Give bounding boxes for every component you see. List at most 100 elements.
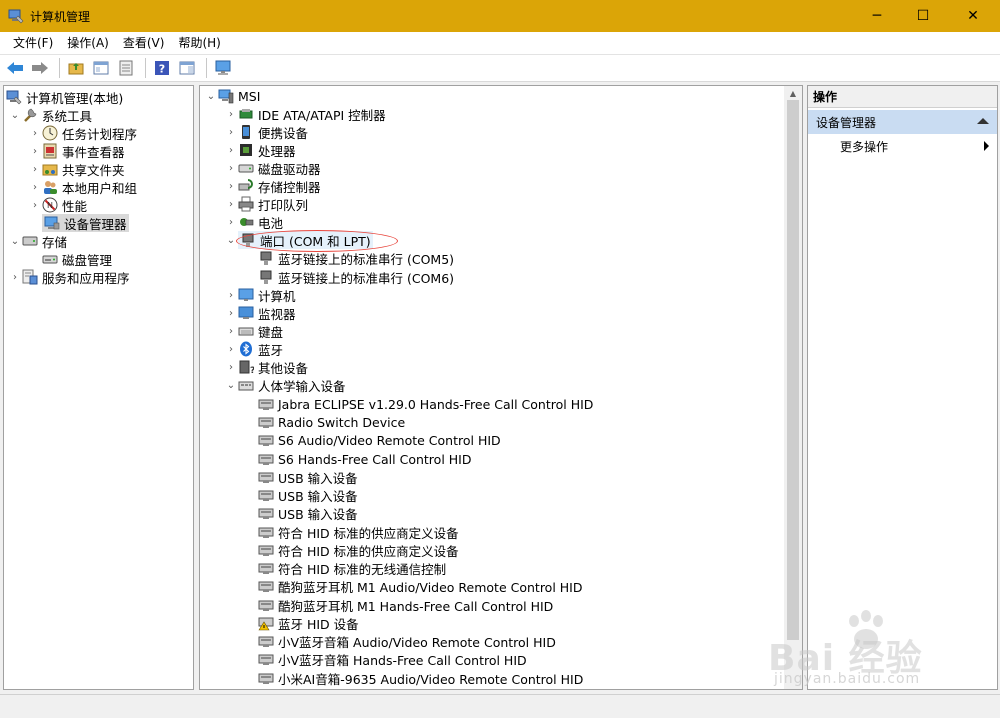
hid-device-label: 小米AI音箱-9635 Audio/Video Remote Control H…: [278, 671, 584, 687]
hid-device-icon: [258, 469, 274, 485]
device-category-computer[interactable]: › 计算机: [224, 286, 296, 304]
chevron-right-icon[interactable]: ›: [224, 123, 238, 141]
device-category-processor[interactable]: › 处理器: [224, 141, 296, 159]
chevron-right-icon[interactable]: ›: [8, 268, 22, 286]
hid-device-item[interactable]: USB 输入设备: [258, 504, 358, 522]
tree-item-performance[interactable]: › N 性能: [28, 196, 87, 214]
device-category-battery[interactable]: › 电池: [224, 213, 283, 231]
chevron-right-icon[interactable]: ›: [28, 142, 42, 160]
chevron-right-icon[interactable]: ›: [28, 196, 42, 214]
scrollbar-thumb[interactable]: [787, 100, 799, 640]
hid-icon: [238, 377, 254, 393]
device-category-hid[interactable]: ⌄ 人体学输入设备: [224, 376, 346, 394]
chevron-right-icon[interactable]: ›: [28, 178, 42, 196]
chevron-right-icon[interactable]: ›: [224, 141, 238, 159]
scroll-up-icon[interactable]: ▲: [784, 86, 802, 100]
chevron-right-icon[interactable]: ›: [224, 322, 238, 340]
device-category-other[interactable]: › ? 其他设备: [224, 358, 308, 376]
hid-device-item[interactable]: 小米AI音箱-9635 Audio/Video Remote Control H…: [258, 669, 583, 687]
device-category-storage-controllers[interactable]: › 存储控制器: [224, 177, 321, 195]
tree-item-services-apps[interactable]: › 服务和应用程序: [8, 268, 130, 286]
chevron-down-icon[interactable]: ⌄: [8, 106, 22, 124]
tree-item-event-viewer[interactable]: › 事件查看器: [28, 142, 125, 160]
hid-device-item[interactable]: USB 输入设备: [258, 468, 358, 486]
tree-root-label: 计算机管理(本地): [26, 90, 124, 106]
chevron-right-icon[interactable]: ›: [224, 213, 238, 231]
hid-device-item[interactable]: 符合 HID 标准的供应商定义设备: [258, 523, 459, 541]
device-category-monitors[interactable]: › 监视器: [224, 304, 296, 322]
tree-root[interactable]: 计算机管理(本地): [6, 88, 123, 106]
tree-item-shared-folders[interactable]: › 共享文件夹: [28, 160, 125, 178]
show-hide-tree-icon[interactable]: [90, 57, 112, 79]
device-item-com5[interactable]: 蓝牙链接上的标准串行 (COM5): [258, 249, 454, 267]
action-pane-icon[interactable]: [176, 57, 198, 79]
tree-item-label: 系统工具: [42, 108, 93, 124]
console-tree: 计算机管理(本地) ⌄ 系统工具 › 任务计划程序 › 事件查看器 › 共享文件…: [3, 85, 194, 690]
hid-device-label: Radio Switch Device: [278, 414, 406, 430]
more-actions-item[interactable]: 更多操作: [840, 138, 888, 155]
hid-device-item[interactable]: 酷狗蓝牙耳机 M1 Hands-Free Call Control HID: [258, 596, 553, 614]
device-category-disk-drives[interactable]: › 磁盘驱动器: [224, 159, 321, 177]
tree-item-device-manager[interactable]: 设备管理器: [42, 214, 129, 232]
shared-folder-icon: [42, 161, 58, 177]
hid-device-label: Jabra ECLIPSE v1.29.0 Hands-Free Call Co…: [278, 396, 594, 412]
chevron-right-icon[interactable]: ›: [224, 105, 238, 123]
chevron-right-icon[interactable]: ›: [224, 358, 238, 376]
hid-device-item[interactable]: 小V蓝牙音箱 Audio/Video Remote Control HID: [258, 632, 556, 650]
submenu-arrow-icon[interactable]: [984, 141, 989, 151]
hid-device-item[interactable]: 符合 HID 标准的无线通信控制: [258, 559, 446, 577]
keyboard-icon: [238, 323, 254, 339]
hid-device-item[interactable]: 蓝牙 HID 设备: [258, 614, 359, 632]
close-button[interactable]: ✕: [946, 0, 1000, 32]
chevron-right-icon[interactable]: ›: [224, 304, 238, 322]
chevron-right-icon[interactable]: ›: [224, 159, 238, 177]
vertical-scrollbar[interactable]: ▲: [784, 86, 802, 689]
chevron-down-icon[interactable]: ⌄: [224, 376, 238, 394]
actions-section-device-manager[interactable]: 设备管理器: [808, 110, 997, 134]
device-category-ide[interactable]: › IDE ATA/ATAPI 控制器: [224, 105, 386, 123]
hid-device-item[interactable]: Jabra ECLIPSE v1.29.0 Hands-Free Call Co…: [258, 395, 593, 413]
device-category-print-queues[interactable]: › 打印队列: [224, 195, 308, 213]
hid-device-item[interactable]: Radio Switch Device: [258, 413, 405, 431]
menu-file[interactable]: 文件(F): [6, 33, 60, 53]
hid-device-item[interactable]: S6 Audio/Video Remote Control HID: [258, 431, 501, 449]
maximize-button[interactable]: ☐: [900, 0, 946, 32]
hid-device-item[interactable]: USB 输入设备: [258, 486, 358, 504]
chevron-right-icon[interactable]: ›: [224, 340, 238, 358]
tree-item-task-scheduler[interactable]: › 任务计划程序: [28, 124, 137, 142]
chevron-right-icon[interactable]: ›: [224, 195, 238, 213]
menu-help[interactable]: 帮助(H): [171, 33, 227, 53]
tree-item-local-users[interactable]: › 本地用户和组: [28, 178, 137, 196]
chevron-right-icon[interactable]: ›: [224, 177, 238, 195]
chevron-down-icon[interactable]: ⌄: [204, 87, 218, 105]
back-arrow-icon[interactable]: [4, 57, 26, 79]
collapse-up-icon[interactable]: [977, 118, 989, 124]
tree-item-disk-management[interactable]: 磁盘管理: [42, 250, 112, 268]
menu-view[interactable]: 查看(V): [116, 33, 172, 53]
tree-item-storage[interactable]: ⌄ 存储: [8, 232, 67, 250]
chevron-right-icon[interactable]: ›: [224, 286, 238, 304]
minimize-button[interactable]: ─: [854, 0, 900, 32]
monitor-icon[interactable]: [212, 57, 234, 79]
warning-device-icon: [258, 615, 274, 631]
chevron-right-icon[interactable]: ›: [28, 124, 42, 142]
help-icon[interactable]: ?: [151, 57, 173, 79]
hid-device-item[interactable]: 小V蓝牙音箱 Hands-Free Call Control HID: [258, 650, 527, 668]
properties-icon[interactable]: [115, 57, 137, 79]
tree-selection[interactable]: 设备管理器: [42, 214, 129, 232]
hid-device-item[interactable]: 酷狗蓝牙耳机 M1 Audio/Video Remote Control HID: [258, 577, 583, 595]
hid-device-item[interactable]: 符合 HID 标准的供应商定义设备: [258, 541, 459, 559]
svg-text:?: ?: [250, 366, 254, 375]
up-folder-icon[interactable]: [65, 57, 87, 79]
device-category-portable[interactable]: › 便携设备: [224, 123, 308, 141]
hid-device-item[interactable]: S6 Hands-Free Call Control HID: [258, 450, 471, 468]
menu-action[interactable]: 操作(A): [60, 33, 116, 53]
device-root[interactable]: ⌄ MSI: [204, 87, 261, 105]
tree-item-system-tools[interactable]: ⌄ 系统工具: [8, 106, 92, 124]
device-item-com6[interactable]: 蓝牙链接上的标准串行 (COM6): [258, 268, 454, 286]
chevron-down-icon[interactable]: ⌄: [8, 232, 22, 250]
device-category-bluetooth[interactable]: › 蓝牙: [224, 340, 283, 358]
chevron-right-icon[interactable]: ›: [28, 160, 42, 178]
device-category-keyboard[interactable]: › 键盘: [224, 322, 283, 340]
forward-arrow-icon[interactable]: [29, 57, 51, 79]
